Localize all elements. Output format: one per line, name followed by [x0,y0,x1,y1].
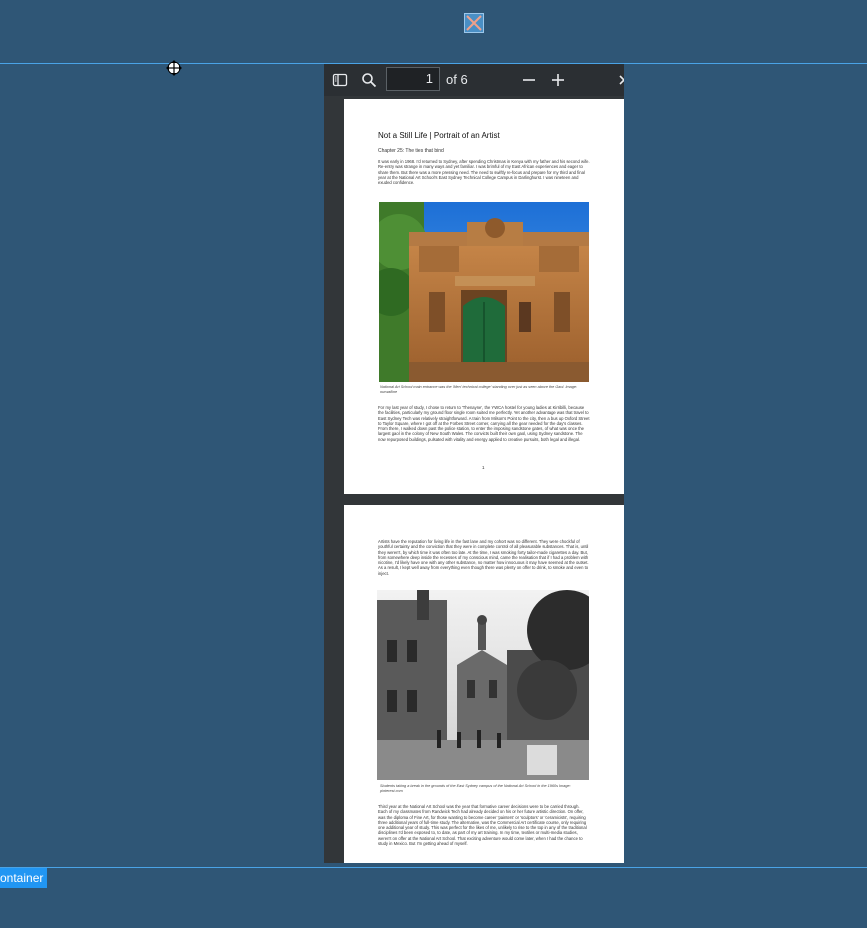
page1-paragraph-1: It was early in 1968. I'd returned to Sy… [378,159,590,186]
east-sydney-building-photo [379,202,589,382]
page1-number: 1 [482,465,485,470]
pdf-page-2: Artists have the reputation for living l… [344,505,624,863]
zoom-in-icon[interactable] [550,72,566,88]
students-courtyard-photo [377,590,589,780]
page2-photo-caption: Students taking a break in the grounds o… [380,784,571,793]
close-icon[interactable] [464,13,484,33]
move-cursor-icon [164,58,184,78]
pdf-toolbar: 1 of 6 [324,64,624,96]
pdf-viewer[interactable]: 1 of 6 Not a Still Life | Portrait of an… [324,64,624,863]
page2-paragraph-1: Artists have the reputation for living l… [378,539,589,576]
close-x-icon [466,15,482,31]
sidebar-toggle-icon[interactable] [332,72,348,88]
container-label-tag: ontainer [0,868,48,888]
chapter-heading: Chapter 25: The ties that bind [378,148,444,154]
fit-page-icon[interactable] [618,72,624,88]
page2-paragraph-2: Third year at the National Art School wa… [378,804,587,847]
zoom-out-icon[interactable] [521,72,537,88]
search-icon[interactable] [361,72,377,88]
page1-paragraph-2: For my last year of study, I chose to re… [378,405,590,442]
document-title: Not a Still Life | Portrait of an Artist [378,131,500,140]
page-count-label: of 6 [446,72,468,87]
pdf-page-1: Not a Still Life | Portrait of an Artist… [344,99,624,494]
guide-line-bottom [0,867,867,868]
page-number-input[interactable]: 1 [386,67,440,91]
page1-photo-caption: National Art School main entrance was th… [380,385,578,394]
